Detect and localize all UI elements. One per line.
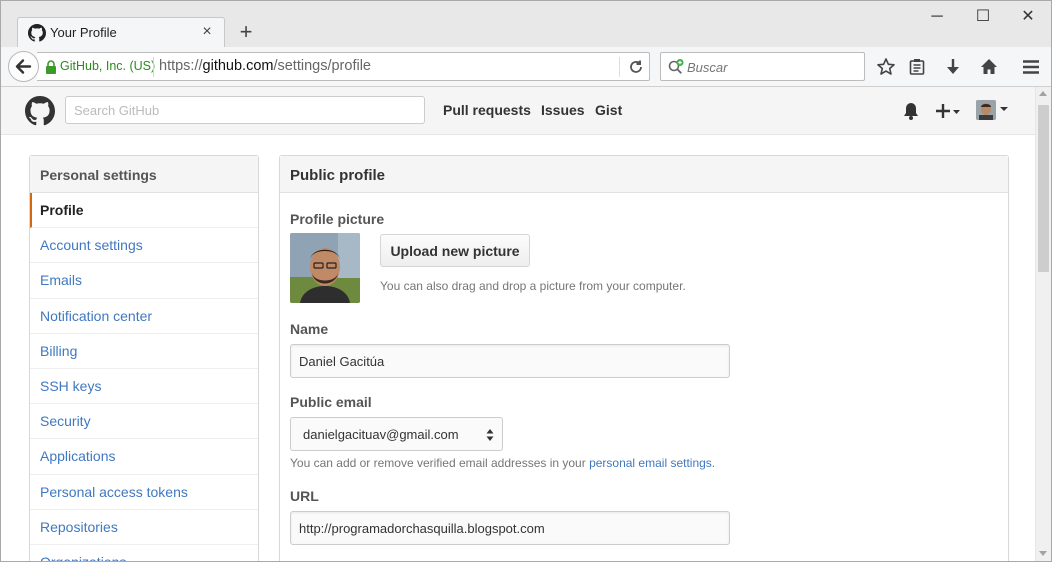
download-icon[interactable] bbox=[942, 56, 964, 78]
nav-gist[interactable]: Gist bbox=[595, 102, 622, 118]
name-input[interactable] bbox=[290, 344, 730, 378]
sidebar-item-applications[interactable]: Applications bbox=[30, 439, 258, 475]
scroll-down-icon[interactable] bbox=[1039, 551, 1047, 556]
github-logo-icon[interactable] bbox=[25, 96, 55, 126]
browser-search-input[interactable] bbox=[687, 58, 857, 76]
github-header: Pull requests Issues Gist bbox=[1, 87, 1035, 135]
url-label: URL bbox=[290, 488, 319, 504]
select-caret-icon bbox=[486, 429, 494, 441]
sidebar-item-ssh-keys[interactable]: SSH keys bbox=[30, 369, 258, 405]
close-window-button[interactable]: ✕ bbox=[1016, 7, 1040, 27]
url-divider bbox=[619, 57, 620, 77]
reload-icon[interactable] bbox=[626, 57, 646, 77]
sidebar-item-emails[interactable]: Emails bbox=[30, 263, 258, 299]
name-label: Name bbox=[290, 321, 329, 337]
page-scrollbar[interactable] bbox=[1035, 87, 1051, 561]
search-engine-icon bbox=[668, 59, 684, 74]
sidebar-item-notification-center[interactable]: Notification center bbox=[30, 299, 258, 334]
sidebar-item-billing[interactable]: Billing bbox=[30, 334, 258, 369]
url-text[interactable]: https://github.com/settings/profile bbox=[159, 58, 371, 74]
address-bar[interactable]: GitHub, Inc. (US) https://github.com/set… bbox=[37, 52, 650, 81]
back-arrow-icon bbox=[15, 59, 32, 74]
sidebar-item-organizations[interactable]: Organizations bbox=[30, 545, 258, 561]
scroll-thumb[interactable] bbox=[1038, 105, 1049, 272]
back-button[interactable] bbox=[8, 51, 39, 82]
bell-icon[interactable] bbox=[900, 100, 922, 122]
sidebar-item-personal-access-tokens[interactable]: Personal access tokens bbox=[30, 475, 258, 510]
browser-search-box[interactable] bbox=[660, 52, 865, 81]
minimize-button[interactable]: ─ bbox=[925, 7, 949, 27]
github-search-input[interactable] bbox=[65, 96, 425, 124]
profile-picture-label: Profile picture bbox=[290, 211, 385, 227]
nav-pull-requests[interactable]: Pull requests bbox=[443, 102, 531, 118]
home-icon[interactable] bbox=[978, 56, 1000, 78]
sidebar-title: Personal settings bbox=[30, 156, 258, 193]
upload-picture-button[interactable]: Upload new picture bbox=[380, 234, 530, 267]
site-identity[interactable]: GitHub, Inc. (US) bbox=[60, 59, 155, 73]
bookmark-star-icon[interactable] bbox=[875, 56, 897, 78]
new-tab-button[interactable]: + bbox=[235, 19, 257, 45]
public-email-label: Public email bbox=[290, 394, 372, 410]
personal-email-settings-link[interactable]: personal email settings bbox=[589, 456, 712, 470]
profile-picture bbox=[290, 233, 360, 303]
plus-icon[interactable] bbox=[934, 100, 962, 122]
sidebar-item-repositories[interactable]: Repositories bbox=[30, 510, 258, 545]
lock-icon bbox=[46, 60, 56, 74]
url-input[interactable] bbox=[290, 511, 730, 545]
tab-title: Your Profile bbox=[50, 25, 117, 40]
public-profile-panel: Public profile Profile picture Upload ne… bbox=[279, 155, 1009, 561]
url-separator bbox=[153, 57, 154, 77]
sidebar-item-security[interactable]: Security bbox=[30, 404, 258, 440]
caret-down-icon[interactable] bbox=[999, 104, 1009, 114]
sidebar-item-account-settings[interactable]: Account settings bbox=[30, 228, 258, 264]
reading-list-icon[interactable] bbox=[906, 56, 928, 78]
upload-hint: You can also drag and drop a picture fro… bbox=[380, 279, 686, 293]
browser-toolbar: GitHub, Inc. (US) https://github.com/set… bbox=[1, 47, 1051, 87]
sidebar-item-profile[interactable]: Profile bbox=[30, 193, 258, 229]
browser-window: Your Profile × + ─ ☐ ✕ GitHub, Inc. (US)… bbox=[0, 0, 1052, 562]
email-hint: You can add or remove verified email add… bbox=[290, 456, 716, 470]
maximize-button[interactable]: ☐ bbox=[971, 7, 995, 27]
menu-icon[interactable] bbox=[1020, 56, 1042, 78]
public-email-select[interactable]: danielgacituav@gmail.com bbox=[290, 417, 503, 451]
tab-close-icon[interactable]: × bbox=[198, 23, 216, 41]
scroll-up-icon[interactable] bbox=[1039, 91, 1047, 96]
nav-issues[interactable]: Issues bbox=[541, 102, 585, 118]
github-favicon-icon bbox=[28, 24, 46, 42]
user-avatar[interactable] bbox=[976, 100, 996, 120]
public-email-value: danielgacituav@gmail.com bbox=[303, 427, 459, 442]
browser-tab[interactable]: Your Profile × bbox=[17, 17, 225, 47]
title-bar: Your Profile × + ─ ☐ ✕ bbox=[1, 1, 1051, 47]
settings-sidebar: Personal settings Profile Account settin… bbox=[29, 155, 259, 561]
panel-title: Public profile bbox=[280, 156, 1008, 193]
